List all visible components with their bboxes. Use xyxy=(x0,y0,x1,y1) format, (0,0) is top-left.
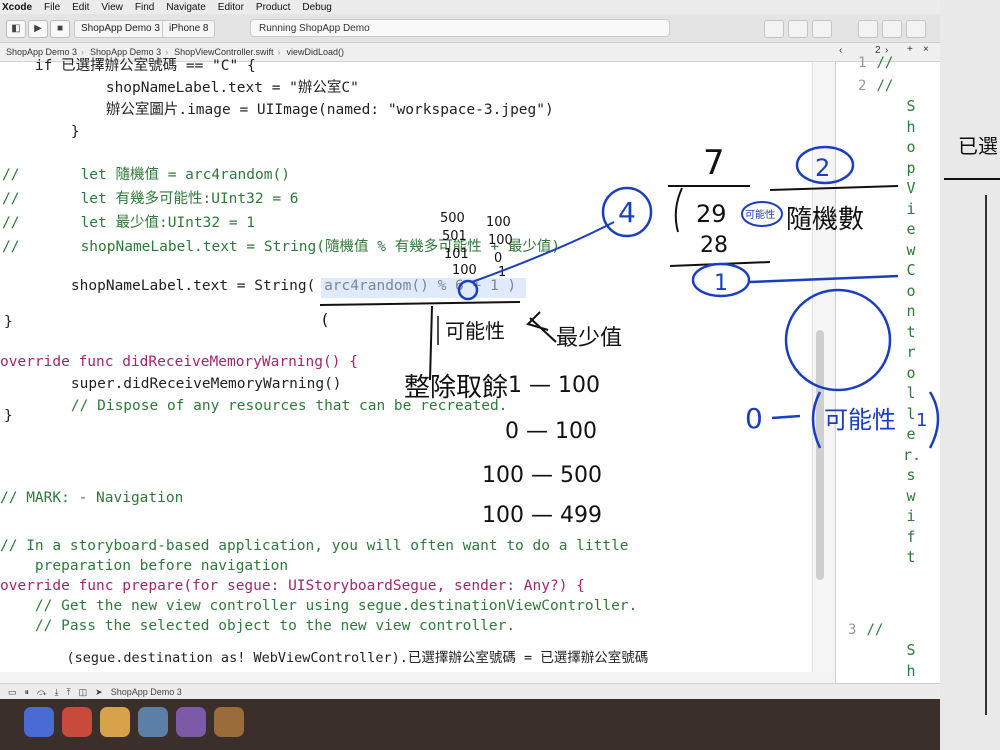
line-number: 2 xyxy=(858,78,867,94)
screen: Xcode File Edit View Find Navigate Edito… xyxy=(0,0,940,750)
app-icon[interactable] xyxy=(214,707,244,737)
menu-bar: Xcode File Edit View Find Navigate Edito… xyxy=(0,0,940,14)
location-icon[interactable]: ➤ xyxy=(95,687,103,698)
menu-xcode[interactable]: Xcode xyxy=(2,2,32,13)
menu-debug[interactable]: Debug xyxy=(302,2,331,13)
step-in-icon[interactable]: ⤓ xyxy=(55,687,59,698)
code-line: shopNameLabel.text = "辦公室C" xyxy=(36,80,359,96)
menu-editor[interactable]: Editor xyxy=(218,2,244,13)
code-line: } xyxy=(4,314,13,330)
line-number: 1 xyxy=(858,55,867,71)
whiteboard-line xyxy=(944,178,1000,180)
code-line: // let 隨機值 = arc4random() xyxy=(2,167,290,183)
whiteboard-line xyxy=(985,195,987,715)
debug-target-label: ShopApp Demo 3 xyxy=(110,687,182,697)
assistant-code: // xyxy=(876,55,894,71)
device-selector[interactable]: iPhone 8 xyxy=(162,20,216,38)
finder-icon[interactable] xyxy=(138,707,168,737)
standard-editor-icon[interactable] xyxy=(764,20,784,38)
code-line: override func prepare(for segue: UIStory… xyxy=(0,578,585,594)
code-line: super.didReceiveMemoryWarning() xyxy=(36,376,342,392)
debug-toggle-icon[interactable] xyxy=(882,20,902,38)
menu-file[interactable]: File xyxy=(44,2,60,13)
menu-navigate[interactable]: Navigate xyxy=(166,2,205,13)
app-icon[interactable] xyxy=(176,707,206,737)
menu-find[interactable]: Find xyxy=(135,2,154,13)
code-line: preparation before navigation xyxy=(0,558,289,574)
code-line: // In a storyboard-based application, yo… xyxy=(0,538,629,554)
chevron-left-icon[interactable]: ‹ xyxy=(839,45,842,56)
code-line: // MARK: - Navigation xyxy=(0,490,184,506)
whiteboard xyxy=(940,0,1000,750)
toolbar: ◧ ▶ ■ ShopApp Demo 3 iPhone 8 Running Sh… xyxy=(0,14,940,43)
step-over-icon[interactable]: ⤼ xyxy=(37,687,47,698)
code-line: // shopNameLabel.text = String(隨機值 % 有幾多… xyxy=(2,239,561,255)
code-line: } xyxy=(4,408,13,424)
code-line: if 已選擇辦公室號碼 == "C" { xyxy=(0,58,256,74)
breakpoint-icon[interactable]: ▭ xyxy=(8,687,17,698)
assistant-line: 3 // xyxy=(848,622,883,638)
folder-icon[interactable] xyxy=(100,707,130,737)
debug-bar: ▭ ⏸ ⤼ ⤓ ⤒ ◫ ➤ ShopApp Demo 3 xyxy=(0,683,940,700)
assistant-filename-wrapped: ShopViewController.swift xyxy=(903,97,922,566)
code-line: // Pass the selected object to the new v… xyxy=(0,618,516,634)
code-line: (segue.destination as! WebViewController… xyxy=(34,650,649,666)
code-line: override func didReceiveMemoryWarning() … xyxy=(0,354,358,370)
launchpad-icon[interactable] xyxy=(62,707,92,737)
code-line: 辦公室圖片.image = UIImage(named: "workspace-… xyxy=(36,102,554,118)
view-debug-icon[interactable]: ◫ xyxy=(79,687,88,698)
code-line: } xyxy=(36,124,80,140)
source-editor[interactable]: if 已選擇辦公室號碼 == "C" { shopNameLabel.text … xyxy=(0,58,812,672)
dock xyxy=(0,699,940,750)
close-editor-icon[interactable]: × xyxy=(923,44,929,55)
editor-scrollbar-thumb[interactable] xyxy=(816,330,824,580)
menu-edit[interactable]: Edit xyxy=(72,2,89,13)
assistant-code: // xyxy=(876,78,894,94)
code-line-random: shopNameLabel.text = String( arc4random(… xyxy=(36,278,517,294)
step-out-icon[interactable]: ⤒ xyxy=(67,687,71,698)
jump-symbol[interactable]: viewDidLoad() xyxy=(286,47,344,57)
code-line: shopNameLabel.text = "辦公室C" xyxy=(36,78,359,98)
code-line: // Get the new view controller using seg… xyxy=(0,598,638,614)
whiteboard-text: 已選 xyxy=(958,134,998,158)
siri-icon[interactable] xyxy=(24,707,54,737)
scheme-selector[interactable]: ShopApp Demo 3 xyxy=(74,20,167,38)
sidebar-toggle-button[interactable]: ◧ xyxy=(6,20,26,38)
utilities-toggle-icon[interactable] xyxy=(906,20,926,38)
line-number: 3 xyxy=(848,622,857,638)
activity-viewer: Running ShopApp Demo xyxy=(250,19,670,37)
run-button[interactable]: ▶ xyxy=(28,20,48,38)
code-line: // Dispose of any resources that can be … xyxy=(36,398,508,414)
assistant-line: 2 // xyxy=(858,78,893,94)
add-editor-icon[interactable]: + xyxy=(907,44,913,55)
code-line: // let 有幾多可能性:UInt32 = 6 xyxy=(2,191,299,207)
menu-product[interactable]: Product xyxy=(256,2,290,13)
menu-view[interactable]: View xyxy=(101,2,123,13)
pause-icon[interactable]: ⏸ xyxy=(25,687,30,698)
stop-button[interactable]: ■ xyxy=(50,20,70,38)
assistant-code: // xyxy=(866,622,884,638)
version-editor-icon[interactable] xyxy=(812,20,832,38)
code-line: // let 最少值:UInt32 = 1 xyxy=(2,215,256,231)
assistant-editor[interactable] xyxy=(835,43,940,683)
assistant-line: 1 // xyxy=(858,55,893,71)
assistant-editor-icon[interactable] xyxy=(788,20,808,38)
navigator-toggle-icon[interactable] xyxy=(858,20,878,38)
